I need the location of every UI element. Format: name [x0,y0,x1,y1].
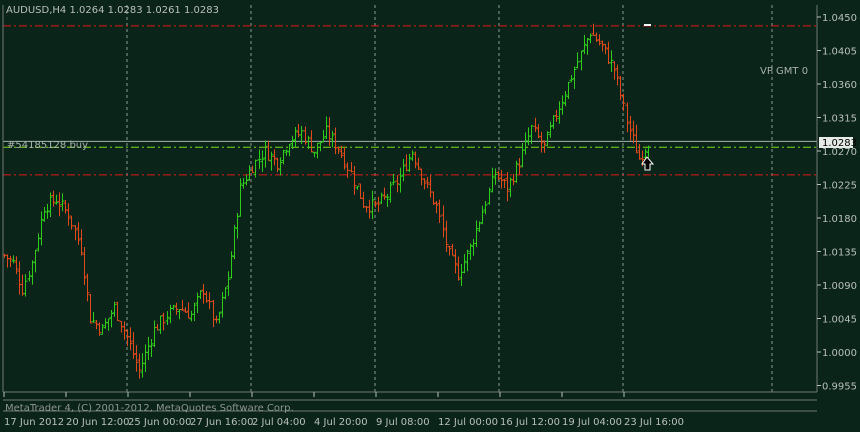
y-tick-label: 1.0090 [822,281,857,292]
y-tick-label: 1.0225 [822,181,857,192]
x-tick-label: 16 Jul 12:00 [500,417,560,428]
y-tick-label: 1.0405 [822,47,857,58]
x-tick-label: 25 Jun 00:00 [128,417,192,428]
order-label[interactable]: #54185128 buy [7,140,88,151]
chart-window[interactable]: 1.0450 1.0405 1.0360 1.0315 1.0270 1.0225 1.01… [0,0,860,432]
x-tick-label: 23 Jul 16:00 [624,417,684,428]
y-tick-label: 1.0180 [822,214,857,225]
chart-title: AUDUSD,H4 1.0264 1.0283 1.0261 1.0283 [6,5,219,16]
y-tick-label: 1.0315 [822,114,857,125]
x-tick-label: 12 Jul 00:00 [438,417,498,428]
y-tick-label: 1.0450 [822,13,857,24]
price-chart[interactable]: 1.04501.04051.03601.03151.02701.02251.01… [0,0,860,432]
x-tick-label: 9 Jul 08:00 [376,417,430,428]
chart-background [0,0,860,432]
copyright-text: MetaTrader 4, (C) 2001-2012, MetaQuotes … [5,403,294,414]
x-tick-label: 4 Jul 20:00 [314,417,368,428]
vp-gmt-label: VP GMT 0 [760,66,808,77]
x-tick-label: 27 Jun 16:00 [190,417,254,428]
y-tick-label: 1.0135 [822,248,857,259]
x-tick-label: 19 Jul 04:00 [562,417,622,428]
y-tick-label: 1.0360 [822,80,857,91]
x-tick-label: 2 Jul 04:00 [252,417,306,428]
y-tick-label: 1.0045 [822,315,857,326]
x-tick-label: 17 Jun 2012 [4,417,64,428]
current-price-label: 1.0283 [822,138,857,149]
x-tick-label: 20 Jun 12:00 [66,417,130,428]
y-tick-label: 1.0000 [822,348,857,359]
y-tick-label: 0.9955 [822,382,857,393]
